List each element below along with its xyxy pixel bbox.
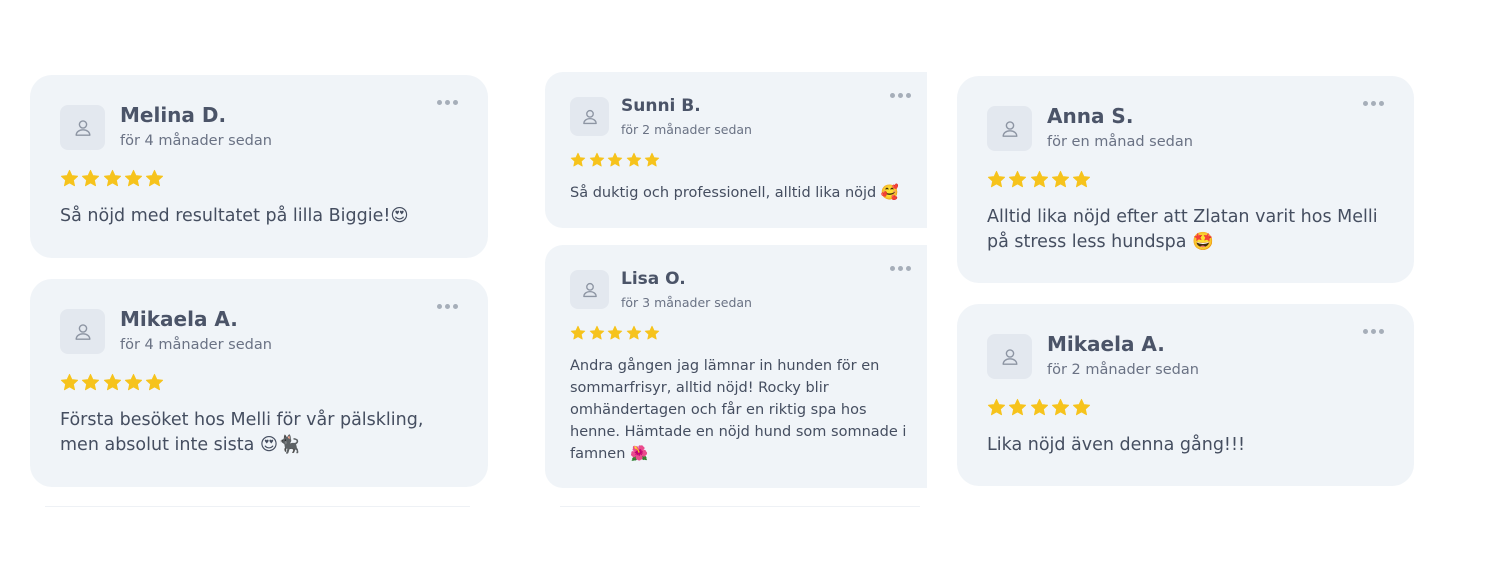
user-avatar-icon — [987, 106, 1032, 151]
review-column-1: Melina D. för 4 månader sedan Så nöjd me… — [30, 75, 488, 508]
more-options-icon[interactable] — [1361, 97, 1386, 110]
divider — [560, 506, 920, 507]
star-icon — [607, 325, 623, 341]
review-card: Sunni B. för 2 månader sedan Så duktig o… — [545, 72, 927, 228]
review-date: för 2 månader sedan — [1047, 362, 1199, 378]
more-options-icon[interactable] — [888, 89, 913, 102]
review-card: Lisa O. för 3 månader sedan Andra gången… — [545, 245, 927, 488]
divider — [45, 506, 470, 507]
user-avatar-icon — [60, 309, 105, 354]
review-date: för en månad sedan — [1047, 134, 1193, 150]
star-icon — [60, 373, 79, 392]
review-card: Anna S. för en månad sedan Alltid lika n… — [957, 76, 1414, 283]
reviewer-name: Lisa O. — [621, 269, 686, 289]
star-icon — [103, 373, 122, 392]
star-icon — [1030, 398, 1049, 417]
star-icon — [145, 373, 164, 392]
star-rating — [570, 325, 660, 341]
star-rating — [987, 398, 1091, 417]
user-avatar-icon — [570, 270, 609, 309]
star-icon — [1072, 170, 1091, 189]
star-icon — [1008, 398, 1027, 417]
star-icon — [626, 152, 642, 168]
star-icon — [589, 325, 605, 341]
star-icon — [1008, 170, 1027, 189]
star-icon — [589, 152, 605, 168]
star-icon — [1072, 398, 1091, 417]
star-icon — [644, 325, 660, 341]
more-options-icon[interactable] — [435, 300, 460, 313]
review-text: Så duktig och professionell, alltid lika… — [570, 185, 899, 201]
star-rating — [570, 152, 660, 168]
star-icon — [145, 169, 164, 188]
review-date: för 3 månader sedan — [621, 295, 752, 310]
star-icon — [570, 152, 586, 168]
star-icon — [987, 170, 1006, 189]
review-column-3: Anna S. för en månad sedan Alltid lika n… — [957, 76, 1414, 507]
star-icon — [81, 373, 100, 392]
more-options-icon[interactable] — [435, 96, 460, 109]
star-icon — [124, 373, 143, 392]
user-avatar-icon — [987, 334, 1032, 379]
star-rating — [60, 169, 164, 188]
review-text: Första besöket hos Melli för vår pälskli… — [60, 410, 424, 455]
star-icon — [60, 169, 79, 188]
review-date: för 4 månader sedan — [120, 337, 272, 353]
reviewer-name: Mikaela A. — [1047, 332, 1165, 356]
reviewer-name: Melina D. — [120, 103, 227, 127]
star-icon — [1051, 398, 1070, 417]
review-date: för 2 månader sedan — [621, 122, 752, 137]
review-text: Så nöjd med resultatet på lilla Biggie!😍 — [60, 206, 409, 226]
review-card: Mikaela A. för 4 månader sedan Första be… — [30, 279, 488, 487]
star-icon — [987, 398, 1006, 417]
user-avatar-icon — [570, 97, 609, 136]
star-icon — [81, 169, 100, 188]
more-options-icon[interactable] — [1361, 325, 1386, 338]
star-icon — [124, 169, 143, 188]
review-text: Alltid lika nöjd efter att Zlatan varit … — [987, 207, 1378, 252]
star-icon — [1030, 170, 1049, 189]
star-icon — [103, 169, 122, 188]
review-date: för 4 månader sedan — [120, 133, 272, 149]
review-text: Lika nöjd även denna gång!!! — [987, 435, 1245, 455]
user-avatar-icon — [60, 105, 105, 150]
review-column-2: Sunni B. för 2 månader sedan Så duktig o… — [545, 72, 927, 505]
review-card: Mikaela A. för 2 månader sedan Lika nöjd… — [957, 304, 1414, 486]
star-rating — [60, 373, 164, 392]
star-icon — [607, 152, 623, 168]
reviewer-name: Anna S. — [1047, 104, 1134, 128]
star-rating — [987, 170, 1091, 189]
reviewer-name: Mikaela A. — [120, 307, 238, 331]
reviewer-name: Sunni B. — [621, 96, 701, 116]
star-icon — [1051, 170, 1070, 189]
more-options-icon[interactable] — [888, 262, 913, 275]
star-icon — [570, 325, 586, 341]
star-icon — [626, 325, 642, 341]
review-text: Andra gången jag lämnar in hunden för en… — [570, 358, 907, 462]
star-icon — [644, 152, 660, 168]
review-card: Melina D. för 4 månader sedan Så nöjd me… — [30, 75, 488, 258]
